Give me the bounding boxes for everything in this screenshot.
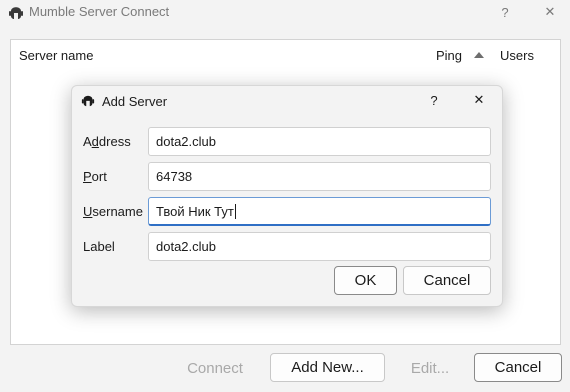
port-field[interactable]: 64738 [148,162,491,191]
add-server-dialog: Add Server ? ✕ Address dota2.club Port 6… [71,85,503,307]
dialog-cancel-button[interactable]: Cancel [403,266,491,295]
dialog-close-icon[interactable]: ✕ [465,88,493,112]
cancel-button[interactable]: Cancel [474,353,562,382]
mumble-logo-icon [81,95,95,107]
window-title: Mumble Server Connect [29,4,170,19]
help-button[interactable]: ? [490,1,520,23]
dialog-title: Add Server [102,94,168,109]
label-label: Label [83,239,115,254]
username-label: Username [83,204,143,219]
username-field[interactable]: Твой Ник Тут [148,197,491,226]
label-field[interactable]: dota2.club [148,232,491,261]
connect-button[interactable]: Connect [170,354,260,383]
add-new-button[interactable]: Add New... [270,353,385,382]
column-header-ping[interactable]: Ping [436,48,462,63]
mumble-logo-icon [9,7,23,19]
text-cursor [234,203,236,219]
port-label: Port [83,169,107,184]
edit-button[interactable]: Edit... [395,354,465,383]
column-header-server-name[interactable]: Server name [19,48,93,63]
column-header-users[interactable]: Users [500,48,534,63]
sort-ascending-icon [474,52,484,58]
address-label: Address [83,134,131,149]
dialog-help-button[interactable]: ? [420,88,448,112]
ok-button[interactable]: OK [334,266,397,295]
close-icon[interactable]: ✕ [535,1,565,23]
address-field[interactable]: dota2.club [148,127,491,156]
